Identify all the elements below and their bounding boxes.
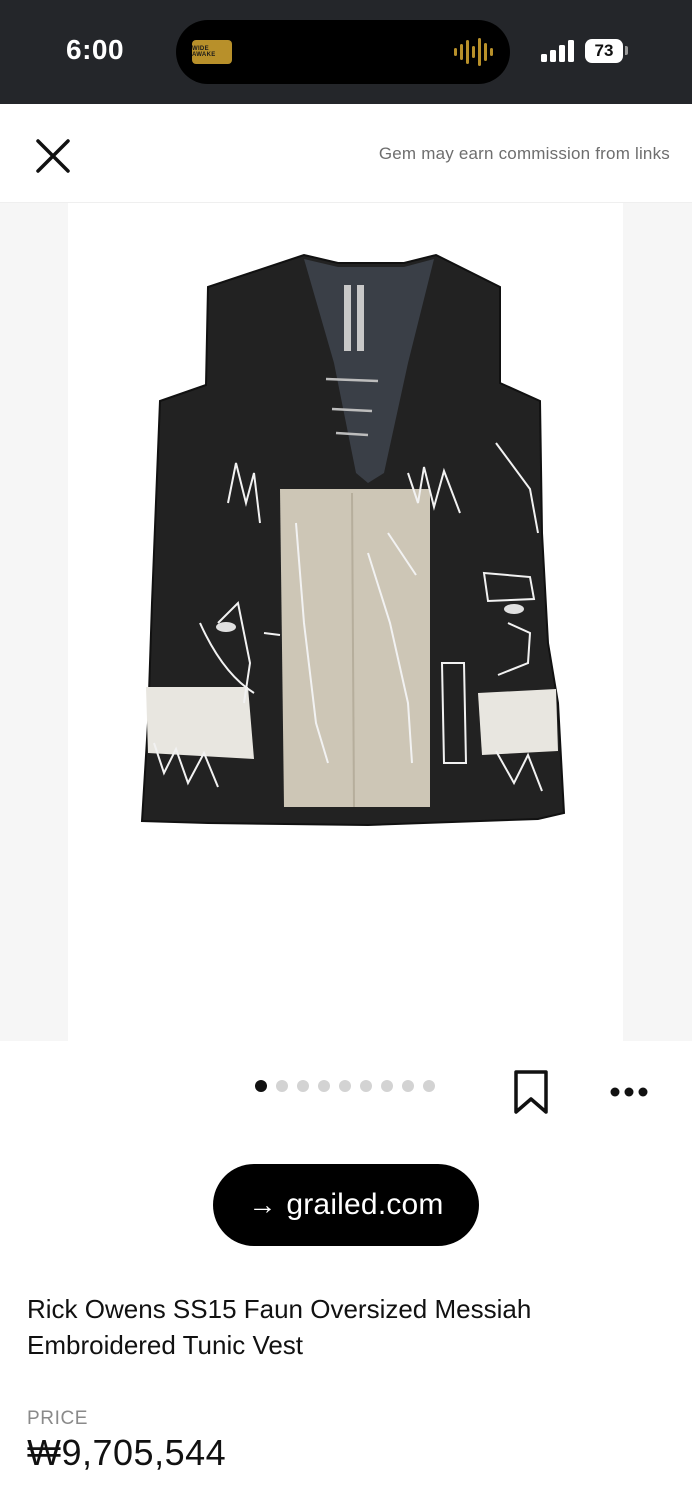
carousel-dot[interactable] <box>339 1080 351 1092</box>
dynamic-island[interactable]: WIDE AWAKE <box>176 20 510 84</box>
tunic-vest-illustration <box>140 253 566 827</box>
arrow-right-icon: → <box>248 1189 277 1220</box>
status-bar: 6:00 WIDE AWAKE 73 <box>0 0 692 104</box>
product-image-carousel[interactable] <box>0 203 692 1041</box>
bookmark-icon <box>514 1070 548 1114</box>
product-image <box>68 203 623 1041</box>
price-label: PRICE <box>27 1408 89 1429</box>
carousel-dot[interactable] <box>297 1080 309 1092</box>
more-options-button[interactable] <box>604 1078 654 1108</box>
battery-terminal <box>625 46 628 55</box>
carousel-dot[interactable] <box>276 1080 288 1092</box>
bookmark-button[interactable] <box>512 1068 550 1121</box>
price-value: ₩9,705,544 <box>27 1432 227 1473</box>
visit-source-button[interactable]: → grailed.com <box>213 1164 479 1246</box>
now-playing-artwork: WIDE AWAKE <box>192 40 232 64</box>
header: Gem may earn commission from links <box>0 104 692 203</box>
carousel-dot[interactable] <box>423 1080 435 1092</box>
audio-waveform-icon <box>454 38 493 66</box>
status-time: 6:00 <box>66 34 125 65</box>
carousel-dot[interactable] <box>381 1080 393 1092</box>
close-button[interactable] <box>33 136 73 176</box>
close-icon <box>36 139 70 173</box>
carousel-dot[interactable] <box>402 1080 414 1092</box>
more-horizontal-icon <box>610 1087 648 1097</box>
carousel-dot[interactable] <box>318 1080 330 1092</box>
commission-disclaimer: Gem may earn commission from links <box>378 144 670 163</box>
carousel-dot[interactable] <box>255 1080 267 1092</box>
cellular-signal-icon <box>541 40 574 62</box>
source-domain: grailed.com <box>286 1188 444 1221</box>
battery-level: 73 <box>594 41 614 60</box>
carousel-dot[interactable] <box>360 1080 372 1092</box>
now-playing-artwork-text: WIDE AWAKE <box>192 46 216 58</box>
product-title: Rick Owens SS15 Faun Oversized Messiah E… <box>27 1294 532 1360</box>
battery-icon: 73 <box>585 39 623 63</box>
carousel-indicator[interactable] <box>255 1080 435 1092</box>
